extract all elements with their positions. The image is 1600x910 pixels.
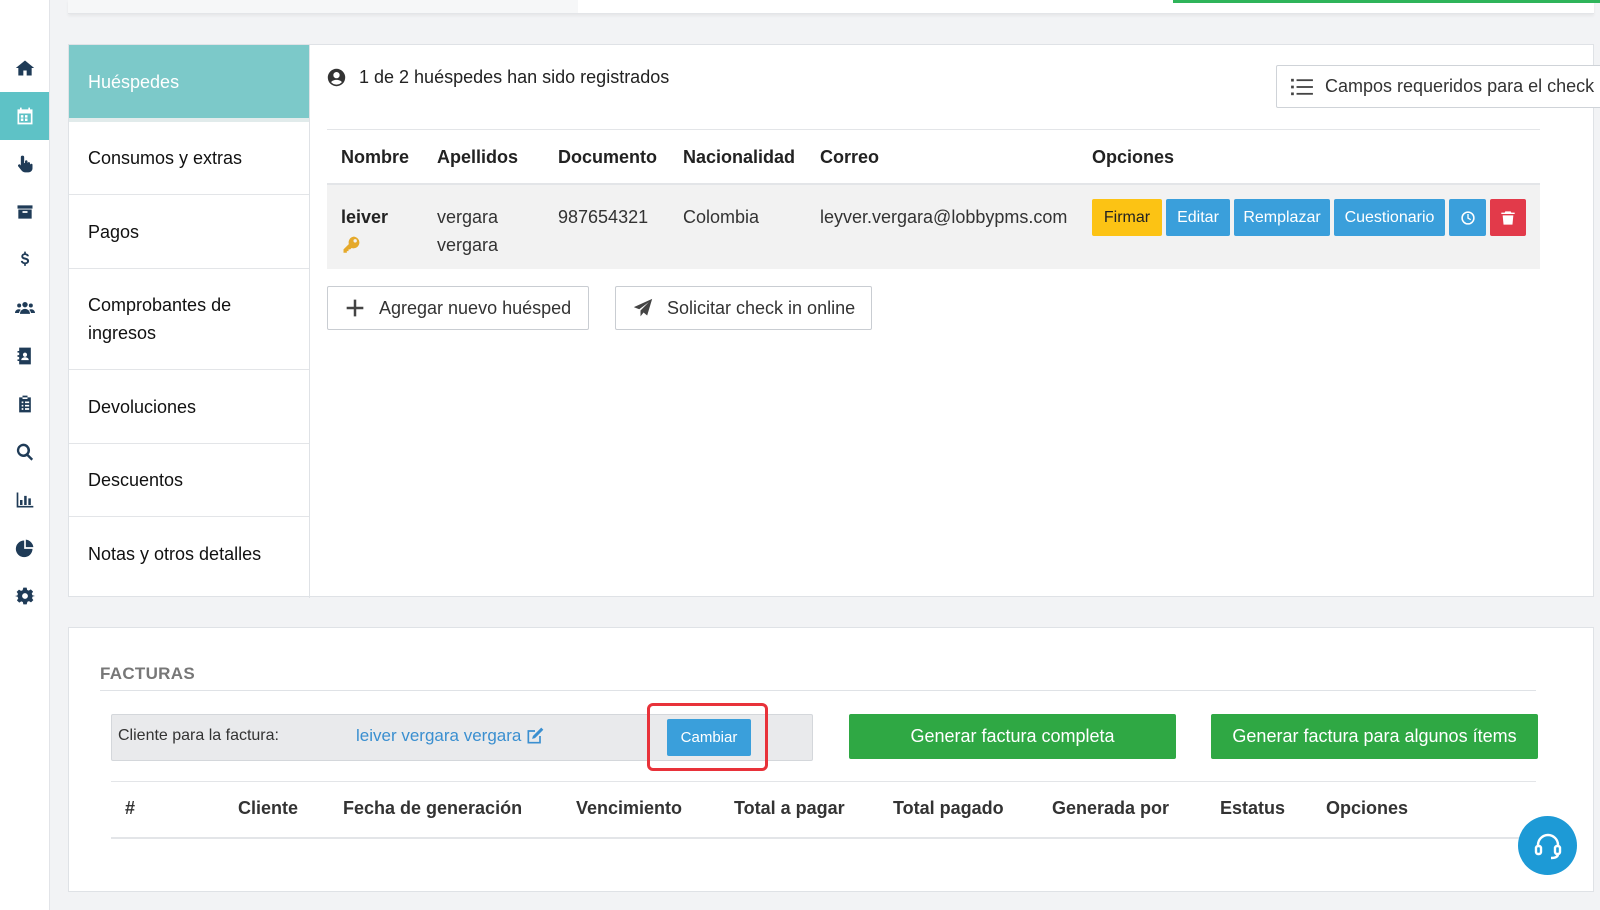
user-circle-icon: [327, 68, 346, 87]
nav-address-book[interactable]: [0, 332, 49, 380]
archive-icon: [17, 205, 32, 219]
nav-users[interactable]: [0, 284, 49, 332]
col-opciones: Opciones: [1092, 147, 1175, 167]
nav-calendar[interactable]: [0, 92, 49, 140]
invoices-table-header: # Cliente Fecha de generación Vencimient…: [111, 781, 1536, 839]
add-guest-label: Agregar nuevo huésped: [379, 297, 572, 318]
replace-button[interactable]: Remplazar: [1234, 199, 1330, 236]
tab-notas[interactable]: Notas y otros detalles: [69, 517, 309, 591]
trash-icon: [1501, 210, 1515, 225]
col-documento: Documento: [558, 147, 657, 167]
paper-plane-icon: [633, 298, 653, 317]
calendar-icon: [17, 107, 32, 125]
change-client-button[interactable]: Cambiar: [667, 719, 751, 756]
nav-hand[interactable]: [0, 140, 49, 188]
col-number: #: [125, 798, 136, 818]
nav-stats[interactable]: [0, 524, 49, 572]
tab-consumos-extras[interactable]: Consumos y extras: [69, 122, 309, 195]
tab-huespedes[interactable]: Huéspedes: [69, 45, 309, 122]
col-apellidos: Apellidos: [437, 147, 519, 167]
guests-panel: Huéspedes Consumos y extras Pagos Compro…: [68, 44, 1600, 598]
users-icon: [14, 302, 35, 314]
col-nacionalidad: Nacionalidad: [683, 147, 796, 167]
home-icon: [15, 60, 34, 76]
guest-nationality: Colombia: [683, 207, 760, 227]
required-fields-label: Campos requeridos para el check in: [1325, 76, 1600, 96]
tab-devoluciones[interactable]: Devoluciones: [69, 370, 309, 444]
invoices-title: FACTURAS: [100, 664, 195, 683]
generate-partial-invoice-button[interactable]: Generar factura para algunos ítems: [1211, 714, 1538, 759]
tab-comprobantes-fill: [259, 269, 309, 370]
request-online-checkin-label: Solicitar check in online: [667, 297, 856, 318]
col-vencimiento: Vencimiento: [576, 798, 683, 818]
questionnaire-button[interactable]: Cuestionario: [1334, 199, 1445, 236]
sign-button[interactable]: Firmar: [1092, 199, 1162, 236]
col-estatus: Estatus: [1220, 798, 1286, 818]
registered-status-text: 1 de 2 huéspedes han sido registrados: [359, 67, 670, 87]
request-online-checkin-button[interactable]: Solicitar check in online: [615, 286, 872, 330]
generate-full-invoice-button[interactable]: Generar factura completa: [849, 714, 1176, 759]
tab-pagos[interactable]: Pagos: [69, 195, 309, 269]
invoices-divider: [100, 690, 1536, 691]
guests-content: 1 de 2 huéspedes han sido registrados Ca…: [310, 45, 1600, 596]
search-icon: [16, 443, 33, 461]
guest-surname-2: vergara: [437, 235, 499, 255]
reservation-side-tabs: Huéspedes Consumos y extras Pagos Compro…: [69, 45, 310, 598]
tab-comprobantes[interactable]: Comprobantes de ingresos: [69, 269, 259, 370]
invoices-panel: FACTURAS Cliente para la factura: leiver…: [68, 627, 1594, 892]
col-generada-por: Generada por: [1052, 798, 1170, 818]
registered-status: 1 de 2 huéspedes han sido registrados: [327, 67, 669, 88]
top-panel-left: [68, 0, 578, 13]
delete-button[interactable]: [1490, 199, 1526, 236]
col-fecha-generacion: Fecha de generación: [343, 798, 523, 818]
col-total-pagado: Total pagado: [893, 798, 1004, 818]
guest-name-cell: leiver: [341, 203, 389, 253]
support-chat-button[interactable]: [1518, 816, 1577, 875]
required-fields-button[interactable]: Campos requeridos para el check in: [1276, 65, 1600, 108]
dollar-icon: [20, 251, 29, 266]
edit-button[interactable]: Editar: [1166, 199, 1230, 236]
list-icon: [1291, 78, 1313, 95]
nav-home[interactable]: [0, 44, 49, 92]
guests-table-header: Nombre Apellidos Documento Nacionalidad …: [327, 129, 1540, 185]
history-button[interactable]: [1449, 199, 1486, 236]
nav-search[interactable]: [0, 428, 49, 476]
hand-pointer-icon: [17, 155, 33, 173]
address-book-icon: [17, 347, 31, 365]
guest-name: leiver: [341, 207, 389, 227]
key-icon: [341, 235, 361, 255]
col-nombre: Nombre: [341, 147, 410, 167]
col-total-pagar: Total a pagar: [734, 798, 845, 818]
invoice-client-label: Cliente para la factura:: [118, 727, 279, 744]
bar-chart-icon: [16, 492, 33, 508]
tab-descuentos[interactable]: Descuentos: [69, 444, 309, 517]
guest-surnames: vergara vergara: [437, 203, 498, 259]
clipboard-icon: [18, 395, 31, 413]
plus-icon: [346, 299, 364, 317]
nav-archive[interactable]: [0, 188, 49, 236]
nav-clipboard[interactable]: [0, 380, 49, 428]
nav-reports[interactable]: [0, 476, 49, 524]
col-correo: Correo: [820, 147, 880, 167]
left-nav-rail: [0, 0, 50, 910]
edit-icon: [527, 727, 544, 744]
gear-icon: [14, 587, 35, 605]
guests-table: Nombre Apellidos Documento Nacionalidad …: [327, 129, 1540, 269]
table-row: leiver vergara vergara 987654321 Colombi…: [327, 185, 1540, 269]
invoice-client-link[interactable]: leiver vergara vergara: [356, 726, 545, 746]
top-panel-stub: [68, 0, 1600, 14]
add-guest-button[interactable]: Agregar nuevo huésped: [327, 286, 589, 330]
guest-email: leyver.vergara@lobbypms.com: [820, 207, 1068, 227]
pie-chart-icon: [15, 539, 33, 558]
invoice-client-name: leiver vergara vergara: [356, 726, 522, 745]
clock-icon: [1460, 210, 1475, 225]
nav-dollar[interactable]: [0, 236, 49, 284]
col-cliente: Cliente: [238, 798, 299, 818]
headset-icon: [1534, 833, 1561, 859]
col-opciones: Opciones: [1326, 798, 1409, 818]
guest-document: 987654321: [558, 207, 649, 227]
nav-settings[interactable]: [0, 572, 49, 620]
top-panel-green-button-edge: [1173, 0, 1600, 3]
guest-surname-1: vergara: [437, 207, 499, 227]
